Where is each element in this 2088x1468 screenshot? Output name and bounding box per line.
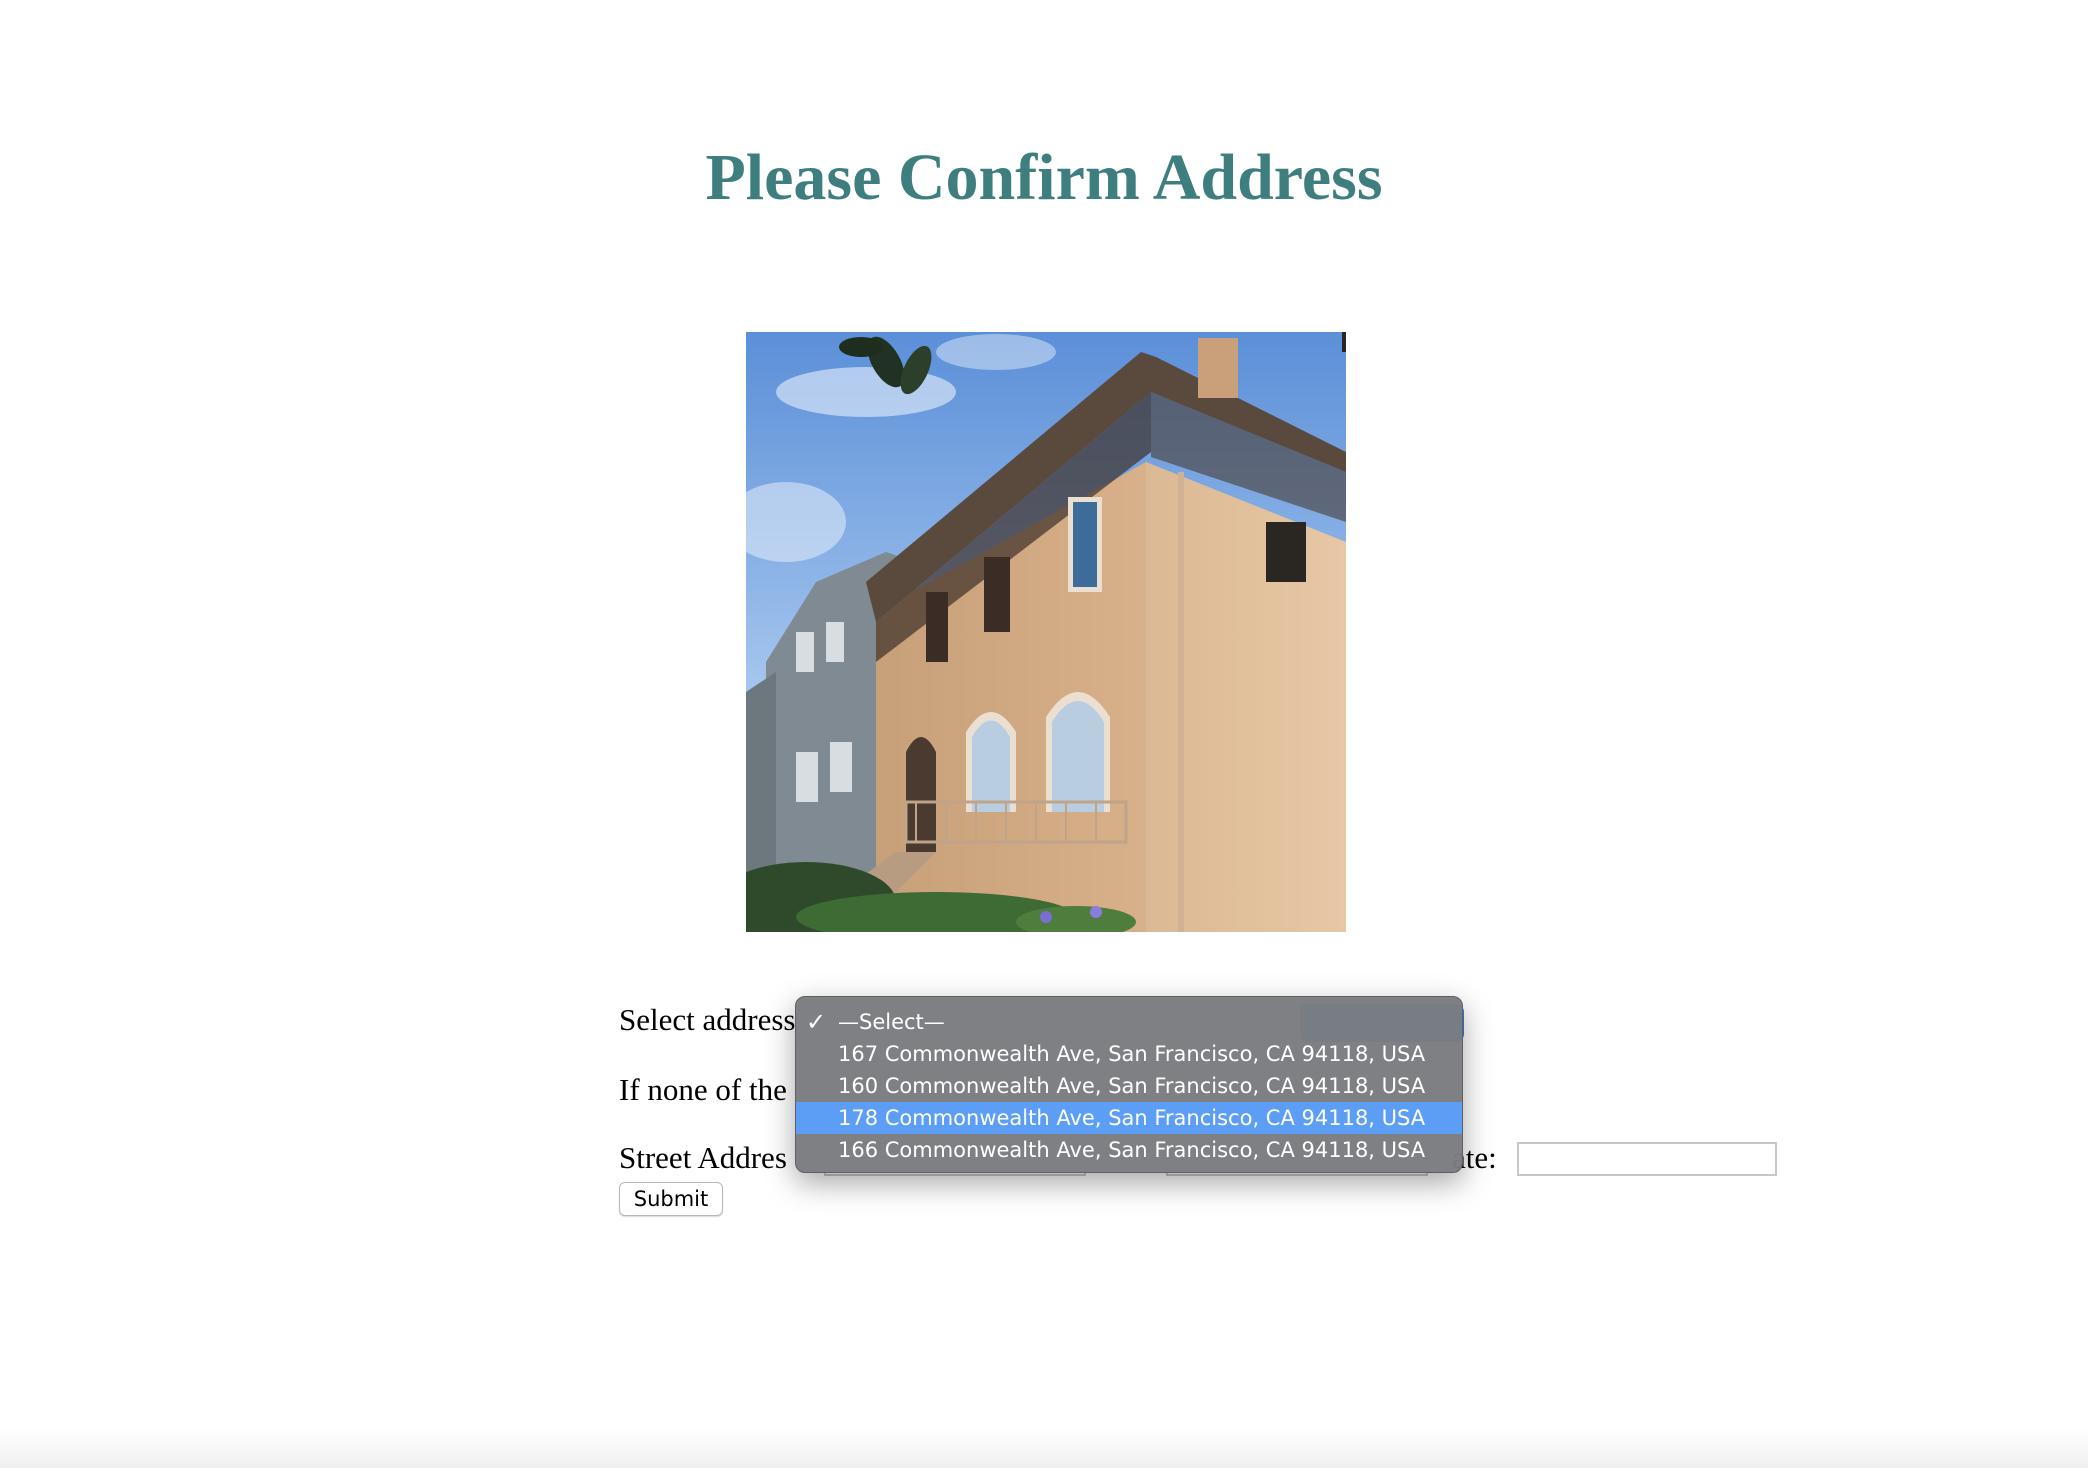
dropdown-option-label: 178 Commonwealth Ave, San Francisco, CA … — [838, 1106, 1426, 1130]
checkmark-icon: ✓ — [806, 1008, 827, 1036]
window-bottom-edge — [0, 1428, 2088, 1468]
dropdown-option-label: 160 Commonwealth Ave, San Francisco, CA … — [838, 1074, 1426, 1098]
select-address-label: Select address — [619, 1002, 796, 1037]
address-dropdown-menu: ✓ —Select— 167 Commonwealth Ave, San Fra… — [795, 996, 1463, 1173]
state-input[interactable] — [1517, 1142, 1777, 1176]
dropdown-option-160[interactable]: 160 Commonwealth Ave, San Francisco, CA … — [796, 1070, 1462, 1102]
none-of-these-label: If none of the — [619, 1072, 787, 1107]
dropdown-option-167[interactable]: 167 Commonwealth Ave, San Francisco, CA … — [796, 1038, 1462, 1070]
dropdown-option-166[interactable]: 166 Commonwealth Ave, San Francisco, CA … — [796, 1134, 1462, 1166]
dropdown-option-label: 166 Commonwealth Ave, San Francisco, CA … — [838, 1138, 1426, 1162]
dropdown-option-178[interactable]: 178 Commonwealth Ave, San Francisco, CA … — [796, 1102, 1462, 1134]
dropdown-option-label: —Select— — [838, 1010, 945, 1034]
dropdown-option-select[interactable]: ✓ —Select— — [796, 1006, 1462, 1038]
submit-button[interactable]: Submit — [619, 1182, 723, 1216]
page-title: Please Confirm Address — [705, 141, 1383, 214]
house-photo — [746, 332, 1346, 932]
dropdown-option-label: 167 Commonwealth Ave, San Francisco, CA … — [838, 1042, 1426, 1066]
street-address-label: Street Addres — [619, 1140, 787, 1175]
